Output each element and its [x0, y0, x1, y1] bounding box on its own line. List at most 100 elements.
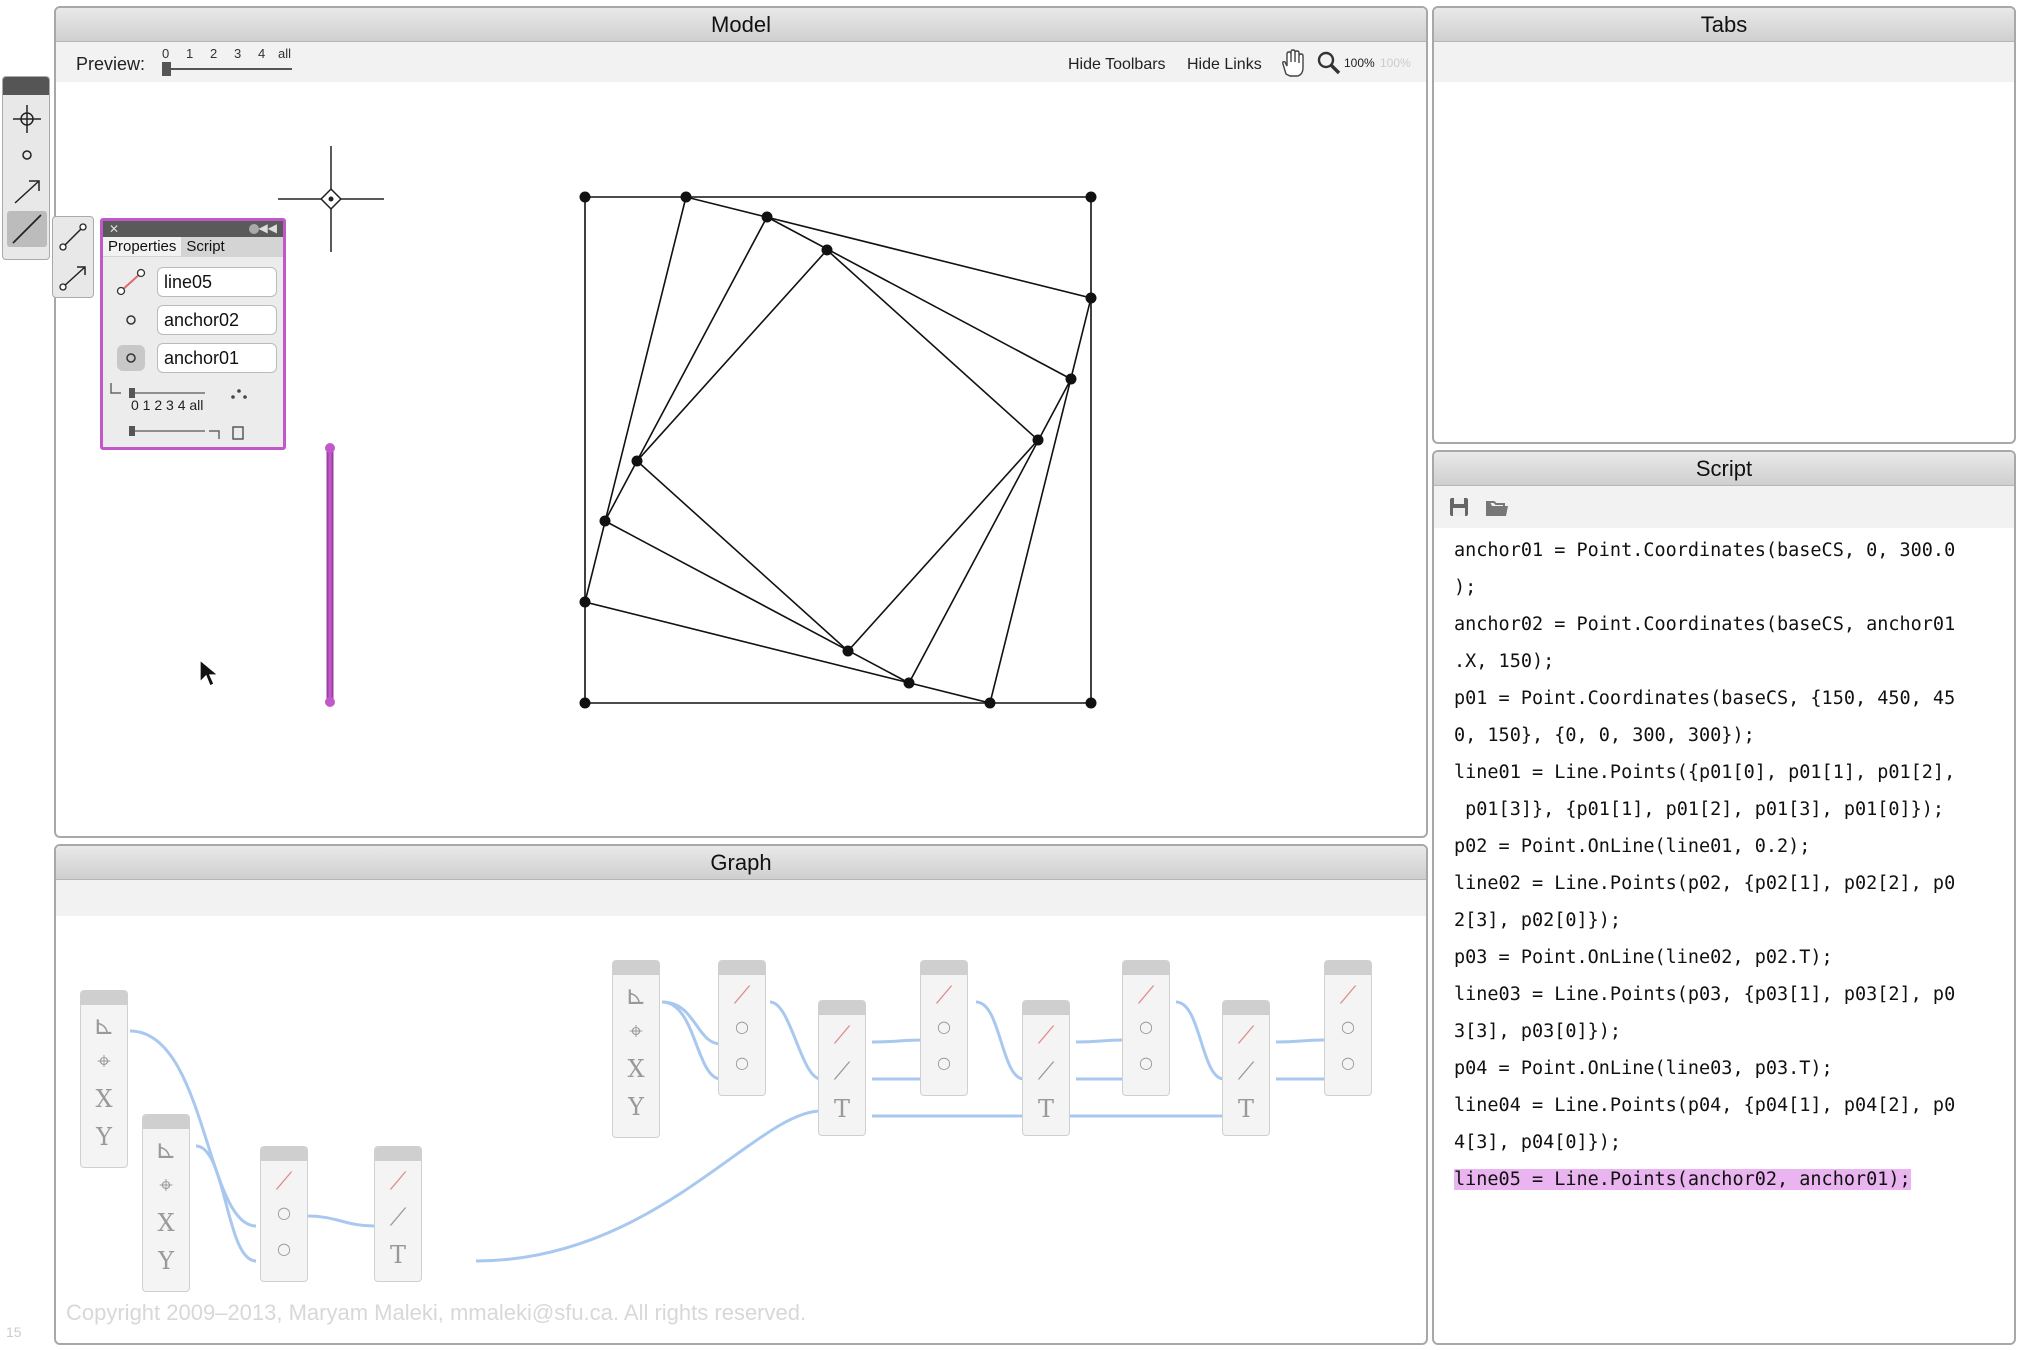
graph-node-anchor[interactable]: ⊾ ⌖ X Y — [142, 1114, 190, 1292]
coordinate-axes-icon: ⊾ — [155, 1135, 177, 1165]
vertex-point — [1085, 697, 1097, 709]
line-icon: ⟋ — [833, 1057, 851, 1085]
port-icon: ○ — [277, 1239, 291, 1258]
crosshair-icon: ⌖ — [159, 1171, 173, 1199]
tabs-panel-title: Tabs — [1434, 8, 2014, 42]
line-by-vector-tool-icon[interactable] — [55, 259, 91, 295]
toggle-dot-icon[interactable] — [249, 224, 259, 234]
code-line: p01 = Point.Coordinates(baseCS, {150, 45… — [1454, 688, 1956, 709]
open-folder-icon[interactable] — [1484, 496, 1510, 518]
crosshair-icon: ⌖ — [629, 1017, 643, 1045]
collapse-icon[interactable]: ◀◀ — [259, 221, 277, 235]
graph-node-p02[interactable]: ⟋ ⟋ T — [818, 1000, 866, 1136]
tab-script[interactable]: Script — [181, 237, 229, 256]
code-line: 4[3], p04[0]}); — [1454, 1132, 1622, 1153]
vertex-point — [579, 191, 591, 203]
node-label-t: T — [1037, 1095, 1054, 1123]
code-line: 2[3], p02[0]}); — [1454, 910, 1622, 931]
line-icon: ⟋ — [389, 1167, 407, 1195]
trash-icon — [232, 426, 244, 440]
tab-properties[interactable]: Properties — [103, 237, 182, 256]
graph-node-p04[interactable]: ⟋ ⟋ T — [1222, 1000, 1270, 1136]
coordinate-axes-icon: ⊾ — [625, 981, 647, 1011]
code-line: p04 = Point.OnLine(line03, p03.T); — [1454, 1058, 1833, 1079]
code-line: anchor01 = Point.Coordinates(baseCS, 0, … — [1454, 540, 1956, 561]
close-icon[interactable]: ✕ — [109, 222, 119, 236]
floater-slider-labels: 0 1 2 3 4 all — [131, 397, 204, 413]
graph-node-coordinates[interactable]: ⊾ ⌖ X Y — [612, 960, 660, 1138]
code-line: p02 = Point.OnLine(line01, 0.2); — [1454, 836, 1811, 857]
property-row-anchor01[interactable]: anchor01 — [111, 341, 279, 375]
point-icon — [126, 315, 136, 325]
property-row-anchor02[interactable]: anchor02 — [111, 303, 279, 337]
graph-node-line04[interactable]: ⟋ ○ ○ — [1324, 960, 1372, 1096]
square-line02 — [584, 196, 1092, 704]
property-field-anchor02[interactable]: anchor02 — [157, 305, 277, 335]
tool-palette-handle[interactable] — [3, 77, 49, 95]
highlighted-code-line[interactable]: line05 = Line.Points(anchor02, anchor01)… — [1454, 1169, 1911, 1190]
line-icon: ⟋ — [389, 1203, 407, 1231]
floater-titlebar[interactable]: ✕ ◀◀ — [103, 221, 283, 237]
code-line: ); — [1454, 577, 1477, 598]
script-toolbar — [1434, 486, 2014, 528]
code-line: 3[3], p03[0]}); — [1454, 1021, 1622, 1042]
line-icon: ⟋ — [1339, 981, 1357, 1009]
graph-node-coordinate-system[interactable]: ⊾ ⌖ X Y — [80, 990, 128, 1168]
return-arrow-icon — [209, 430, 220, 439]
square-line03 — [603, 215, 1073, 685]
code-line: line04 = Line.Points(p04, {p04[1], p04[2… — [1454, 1095, 1956, 1116]
graph-node-line01[interactable]: ⟋ ○ ○ — [718, 960, 766, 1096]
selected-point-icon — [117, 345, 145, 371]
property-row-line05[interactable]: line05 — [111, 265, 279, 299]
graph-node-line[interactable]: ⟋ ○ ○ — [260, 1146, 308, 1282]
code-line: p01[3]}, {p01[1], p01[2], p01[3], p01[0]… — [1454, 799, 1945, 820]
graph-node-point-on-line[interactable]: ⟋ ⟋ T — [374, 1146, 422, 1282]
properties-floater: ✕ ◀◀ Properties Script line05 anchor02 an… — [100, 218, 286, 450]
graph-node-line03[interactable]: ⟋ ○ ○ — [1122, 960, 1170, 1096]
line-icon: ⟋ — [935, 981, 953, 1009]
code-line: p03 = Point.OnLine(line02, p02.T); — [1454, 947, 1833, 968]
vertex-point — [1085, 191, 1097, 203]
save-icon[interactable] — [1448, 496, 1470, 518]
vertex-point — [1032, 434, 1044, 446]
port-icon: ○ — [1139, 1017, 1153, 1036]
corner-number: 15 — [6, 1324, 22, 1340]
crosshair-point-tool-icon[interactable] — [7, 101, 47, 137]
port-icon: ○ — [735, 1017, 749, 1036]
loop-arrow-icon — [110, 383, 121, 394]
node-label-y: Y — [96, 1123, 112, 1151]
script-panel-title: Script — [1434, 452, 2014, 486]
line-icon: ⟋ — [1237, 1021, 1255, 1049]
line-icon: ⟋ — [275, 1167, 293, 1195]
tabs-bar — [1434, 42, 2014, 82]
code-line: line02 = Line.Points(p02, {p02[1], p02[2… — [1454, 873, 1956, 894]
node-label-x: X — [627, 1055, 645, 1083]
tool-palette — [2, 76, 50, 260]
node-label-x: X — [157, 1209, 175, 1237]
node-label-x: X — [95, 1085, 113, 1113]
vertex-point — [821, 244, 833, 256]
script-panel: Script anchor01 = Point.Coordinates(base… — [1432, 450, 2016, 1345]
vertex-point — [631, 455, 643, 467]
vector-tool-icon[interactable] — [7, 173, 47, 209]
code-line: .X, 150); — [1454, 651, 1555, 672]
node-label-t: T — [1237, 1095, 1254, 1123]
line-icon — [116, 268, 146, 296]
property-field-anchor01[interactable]: anchor01 — [157, 343, 277, 373]
vertex-point — [1065, 373, 1077, 385]
crosshair-icon: ⌖ — [97, 1047, 111, 1075]
line-tool-icon[interactable] — [7, 211, 47, 247]
vertex-point — [579, 697, 591, 709]
line-icon: ⟋ — [733, 981, 751, 1009]
graph-node-p03[interactable]: ⟋ ⟋ T — [1022, 1000, 1070, 1136]
code-line: line01 = Line.Points({p01[0], p01[1], p0… — [1454, 762, 1956, 783]
point-tool-icon[interactable] — [7, 137, 47, 173]
graph-node-line02[interactable]: ⟋ ○ ○ — [920, 960, 968, 1096]
coordinate-axes-icon: ⊾ — [93, 1011, 115, 1041]
line-icon: ⟋ — [1237, 1057, 1255, 1085]
port-icon: ○ — [937, 1017, 951, 1036]
script-code[interactable]: anchor01 = Point.Coordinates(baseCS, 0, … — [1454, 532, 2004, 1198]
line-icon: ⟋ — [1037, 1057, 1055, 1085]
line-by-points-tool-icon[interactable] — [55, 219, 91, 255]
property-field-line05[interactable]: line05 — [157, 267, 277, 297]
